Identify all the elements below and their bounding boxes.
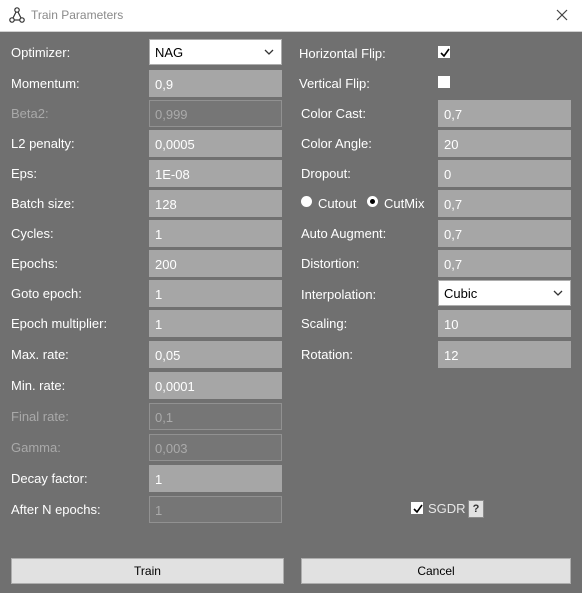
cycles-input[interactable]: 1 <box>149 220 282 247</box>
eps-label: Eps: <box>11 166 38 181</box>
color-angle-input[interactable]: 20 <box>438 130 571 157</box>
decay-factor-input[interactable]: 1 <box>149 465 282 492</box>
goto-epoch-label: Goto epoch: <box>11 286 82 301</box>
epochs-label: Epochs: <box>11 256 58 271</box>
distortion-label: Distortion: <box>301 256 360 271</box>
final-rate-label: Final rate: <box>11 409 69 424</box>
checkmark-icon <box>440 48 450 58</box>
batch-size-input[interactable]: 128 <box>149 190 282 217</box>
eps-input[interactable]: 1E-08 <box>149 160 282 187</box>
close-icon[interactable] <box>553 6 571 24</box>
auto-augment-label: Auto Augment: <box>301 226 387 241</box>
auto-augment-input[interactable]: 0,7 <box>438 220 571 247</box>
rotation-label: Rotation: <box>301 347 354 362</box>
final-rate-input: 0,1 <box>149 403 282 430</box>
momentum-label: Momentum: <box>11 76 80 91</box>
min-rate-input[interactable]: 0,0001 <box>149 372 282 399</box>
rotation-input[interactable]: 12 <box>438 341 571 368</box>
cutout-radio[interactable] <box>301 196 312 207</box>
max-rate-label: Max. rate: <box>11 347 69 362</box>
after-n-epochs-input: 1 <box>149 496 282 523</box>
cutmix-label: CutMix <box>384 196 425 211</box>
network-icon <box>9 7 25 23</box>
beta2-input: 0,999 <box>149 100 282 127</box>
vertical-flip-checkbox[interactable] <box>438 76 450 88</box>
cancel-button[interactable]: Cancel <box>301 558 571 584</box>
chevron-down-icon <box>264 49 274 55</box>
color-cast-input[interactable]: 0,7 <box>438 100 571 127</box>
color-angle-label: Color Angle: <box>301 136 372 151</box>
optimizer-value: NAG <box>155 45 184 60</box>
min-rate-label: Min. rate: <box>11 378 66 393</box>
epoch-multiplier-label: Epoch multiplier: <box>11 316 108 331</box>
batch-size-label: Batch size: <box>11 196 75 211</box>
train-button[interactable]: Train <box>11 558 284 584</box>
gamma-label: Gamma: <box>11 440 61 455</box>
interpolation-label: Interpolation: <box>301 287 377 302</box>
dropout-input[interactable]: 0 <box>438 160 571 187</box>
gamma-input: 0,003 <box>149 434 282 461</box>
dropout-label: Dropout: <box>301 166 351 181</box>
chevron-down-icon <box>553 290 563 296</box>
l2-penalty-input[interactable]: 0,0005 <box>149 130 282 157</box>
optimizer-select[interactable]: NAG <box>149 39 282 65</box>
window-title: Train Parameters <box>31 8 124 22</box>
interpolation-value: Cubic <box>444 286 478 301</box>
cutmix-input[interactable]: 0,7 <box>438 190 571 217</box>
scaling-input[interactable]: 10 <box>438 310 571 337</box>
distortion-input[interactable]: 0,7 <box>438 250 571 277</box>
decay-factor-label: Decay factor: <box>11 471 88 486</box>
sgdr-label: SGDR <box>428 501 466 516</box>
epoch-multiplier-input[interactable]: 1 <box>149 310 282 337</box>
sgdr-checkbox[interactable] <box>411 502 423 514</box>
cutout-label: Cutout <box>318 196 357 211</box>
sgdr-help-button[interactable]: ? <box>468 500 484 518</box>
epochs-input[interactable]: 200 <box>149 250 282 277</box>
l2-penalty-label: L2 penalty: <box>11 136 75 151</box>
cutmix-radio[interactable] <box>367 196 378 207</box>
beta2-label: Beta2: <box>11 106 49 121</box>
momentum-input[interactable]: 0,9 <box>149 70 282 97</box>
max-rate-input[interactable]: 0,05 <box>149 341 282 368</box>
cycles-label: Cycles: <box>11 226 54 241</box>
title-bar: Train Parameters <box>0 0 582 32</box>
scaling-label: Scaling: <box>301 316 348 331</box>
vertical-flip-label: Vertical Flip: <box>299 76 370 91</box>
horizontal-flip-checkbox[interactable] <box>438 46 450 58</box>
checkmark-icon <box>413 504 423 514</box>
color-cast-label: Color Cast: <box>301 106 367 121</box>
after-n-epochs-label: After N epochs: <box>11 502 101 517</box>
optimizer-label: Optimizer: <box>11 45 71 60</box>
interpolation-select[interactable]: Cubic <box>438 280 571 306</box>
horizontal-flip-label: Horizontal Flip: <box>299 46 386 61</box>
goto-epoch-input[interactable]: 1 <box>149 280 282 307</box>
train-parameters-dialog: Train Parameters Optimizer: NAG Momentum… <box>0 0 582 593</box>
